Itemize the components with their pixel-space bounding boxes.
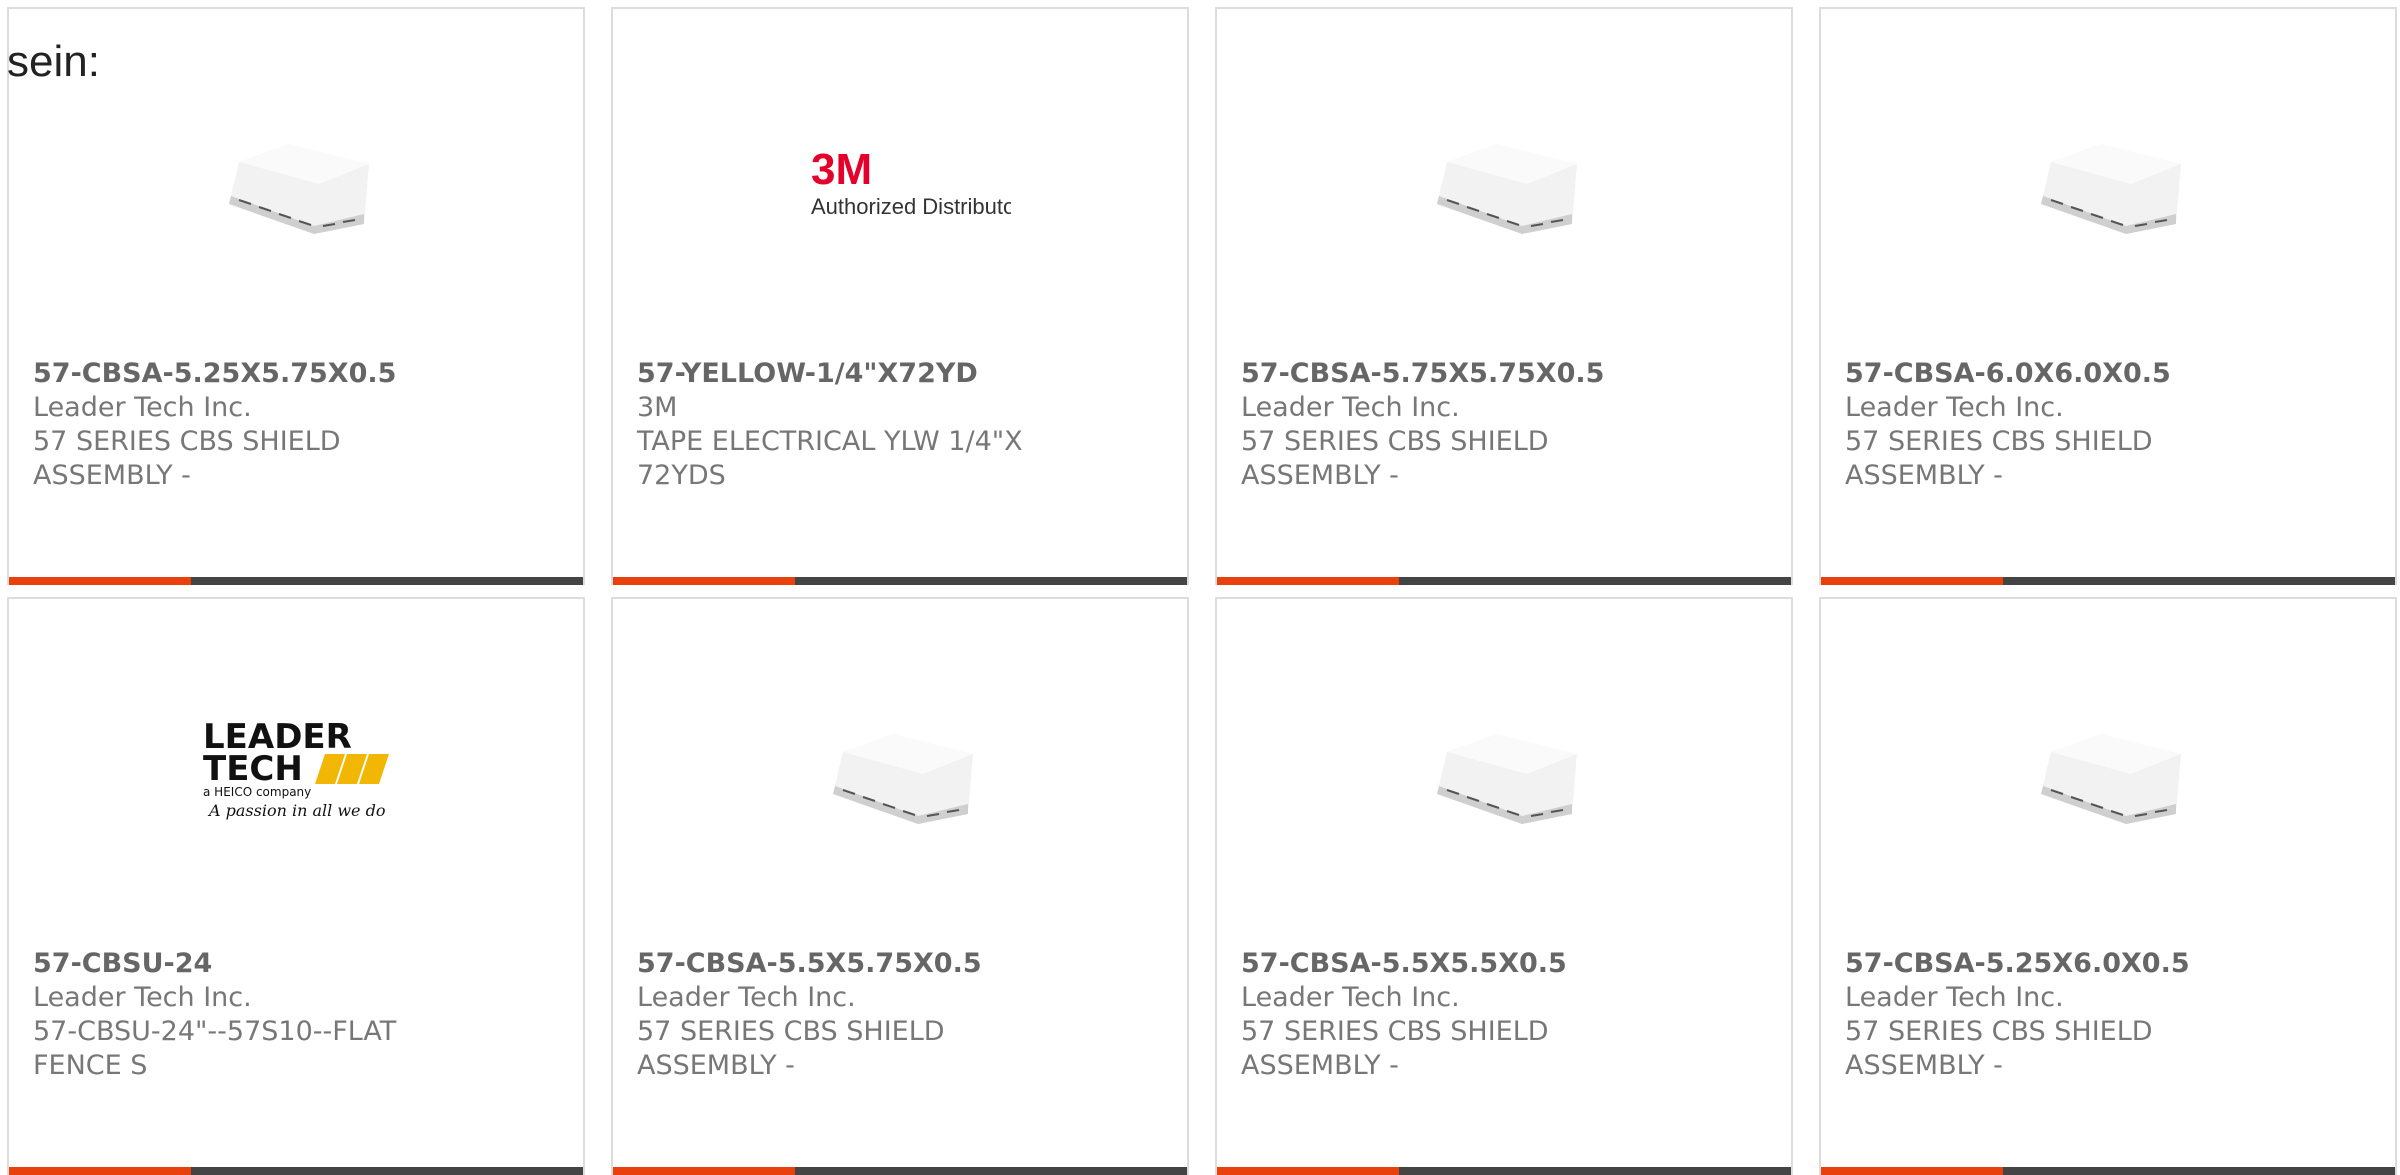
manufacturer: Leader Tech Inc. [1241,392,1460,423]
product-image[interactable]: LEADER TECH a HEICO company A passion in… [9,599,583,929]
card-bottom-bar [613,577,1187,585]
card-bottom-bar [9,577,583,585]
tech-logo-text: TECH [203,749,303,789]
card-accent-bar [9,577,191,585]
product-image[interactable] [1821,599,2395,929]
part-number[interactable]: 57-CBSA-5.75X5.75X0.5 [1241,357,1661,391]
part-number[interactable]: 57-CBSA-5.5X5.5X0.5 [1241,947,1661,981]
product-card[interactable]: 57-CBSA-6.0X6.0X0.5 Leader Tech Inc. 57 … [1819,7,2397,585]
part-number[interactable]: 57-YELLOW-1/4"X72YD [637,357,1057,391]
part-number[interactable]: 57-CBSA-5.25X5.75X0.5 [33,357,453,391]
part-number[interactable]: 57-CBSU-24 [33,947,453,981]
manufacturer: Leader Tech Inc. [33,982,252,1013]
manufacturer: Leader Tech Inc. [1845,392,2064,423]
description: 57 SERIES CBS SHIELD ASSEMBLY - [33,426,341,491]
card-bottom-bar [9,1167,583,1175]
manufacturer: Leader Tech Inc. [33,392,252,423]
part-number[interactable]: 57-CBSA-5.5X5.75X0.5 [637,947,1057,981]
product-card[interactable]: LEADER TECH a HEICO company A passion in… [7,597,585,1175]
product-card[interactable]: 57-CBSA-5.25X6.0X0.5 Leader Tech Inc. 57… [1819,597,2397,1175]
card-accent-bar [1217,1167,1399,1175]
product-card[interactable]: 57-CBSA-5.75X5.75X0.5 Leader Tech Inc. 5… [1215,7,1793,585]
description: 57 SERIES CBS SHIELD ASSEMBLY - [1845,1016,2153,1081]
card-bottom-bar [1821,577,2395,585]
description: 57 SERIES CBS SHIELD ASSEMBLY - [637,1016,945,1081]
authorized-distributor-text: Authorized Distributor [811,194,1011,219]
shield-assembly-image [2041,734,2181,824]
card-bottom-bar [1217,1167,1791,1175]
manufacturer: Leader Tech Inc. [1241,982,1460,1013]
card-bottom-bar [1821,1167,2395,1175]
part-number[interactable]: 57-CBSA-6.0X6.0X0.5 [1845,357,2265,391]
logo-tagline-text: A passion in all we do [207,801,385,820]
manufacturer: 3M [637,392,678,423]
description: 57-CBSU-24"--57S10--FLAT FENCE S [33,1016,397,1081]
card-accent-bar [613,1167,795,1175]
card-bottom-bar [1217,577,1791,585]
product-image[interactable] [613,599,1187,929]
product-card[interactable]: 57-CBSA-5.5X5.5X0.5 Leader Tech Inc. 57 … [1215,597,1793,1175]
product-image[interactable] [1217,599,1791,929]
product-card[interactable]: 57-CBSA-5.5X5.75X0.5 Leader Tech Inc. 57… [611,597,1189,1175]
description: 57 SERIES CBS SHIELD ASSEMBLY - [1241,426,1549,491]
card-accent-bar [613,577,795,585]
heico-company-text: a HEICO company [203,785,311,799]
description: TAPE ELECTRICAL YLW 1/4"X 72YDS [637,426,1023,491]
manufacturer: Leader Tech Inc. [1845,982,2064,1013]
product-image[interactable]: 3M Authorized Distributor [613,9,1187,339]
shield-assembly-image [1437,144,1577,234]
manufacturer: Leader Tech Inc. [637,982,856,1013]
part-number[interactable]: 57-CBSA-5.25X6.0X0.5 [1845,947,2265,981]
card-accent-bar [1821,1167,2003,1175]
shield-assembly-image [833,734,973,824]
3m-authorized-distributor-logo: 3M Authorized Distributor [811,145,1011,219]
shield-assembly-image [2041,144,2181,234]
product-image[interactable] [1217,9,1791,339]
product-card[interactable]: 57-CBSA-5.25X5.75X0.5 Leader Tech Inc. 5… [7,7,585,585]
description: 57 SERIES CBS SHIELD ASSEMBLY - [1241,1016,1549,1081]
card-accent-bar [9,1167,191,1175]
description: 57 SERIES CBS SHIELD ASSEMBLY - [1845,426,2153,491]
product-image[interactable] [1821,9,2395,339]
page-heading: sein: [7,37,100,86]
card-accent-bar [1821,577,2003,585]
card-accent-bar [1217,577,1399,585]
3m-logo-mark: 3M [811,145,872,194]
shield-assembly-image [229,144,369,234]
leader-tech-logo: LEADER TECH a HEICO company A passion in… [203,717,389,820]
card-bottom-bar [613,1167,1187,1175]
product-card[interactable]: 3M Authorized Distributor 57-YELLOW-1/4"… [611,7,1189,585]
shield-assembly-image [1437,734,1577,824]
